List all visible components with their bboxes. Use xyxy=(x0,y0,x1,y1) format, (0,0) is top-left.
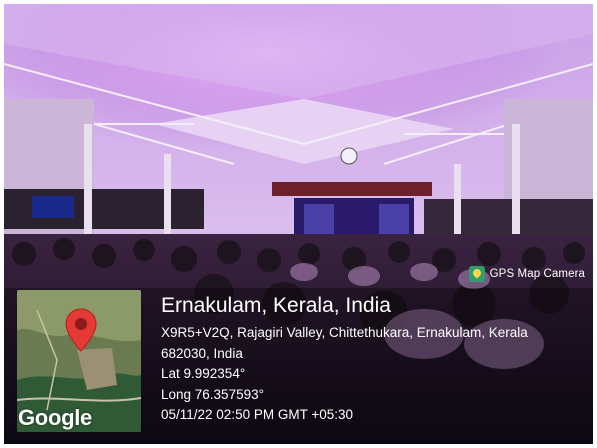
timestamp: 05/11/22 02:50 PM GMT +05:30 xyxy=(161,407,353,422)
location-pin-icon xyxy=(65,308,97,352)
map-pin-camera-icon xyxy=(468,266,485,282)
address-line-1: X9R5+V2Q, Rajagiri Valley, Chittethukara… xyxy=(161,325,528,340)
place-title: Ernakulam, Kerala, India xyxy=(161,294,391,317)
badge-label: GPS Map Camera xyxy=(489,268,585,280)
latitude: Lat 9.992354° xyxy=(161,366,246,381)
address-line-2: 682030, India xyxy=(161,345,243,361)
longitude: Long 76.357593° xyxy=(161,386,264,402)
google-logo: Google xyxy=(18,405,92,430)
gps-map-camera-badge: GPS Map Camera xyxy=(468,266,585,282)
geotagged-photo: GPS Map Camera Google Ernakulam, Kerala,… xyxy=(0,0,597,448)
location-info: Ernakulam, Kerala, India X9R5+V2Q, Rajag… xyxy=(161,293,528,426)
